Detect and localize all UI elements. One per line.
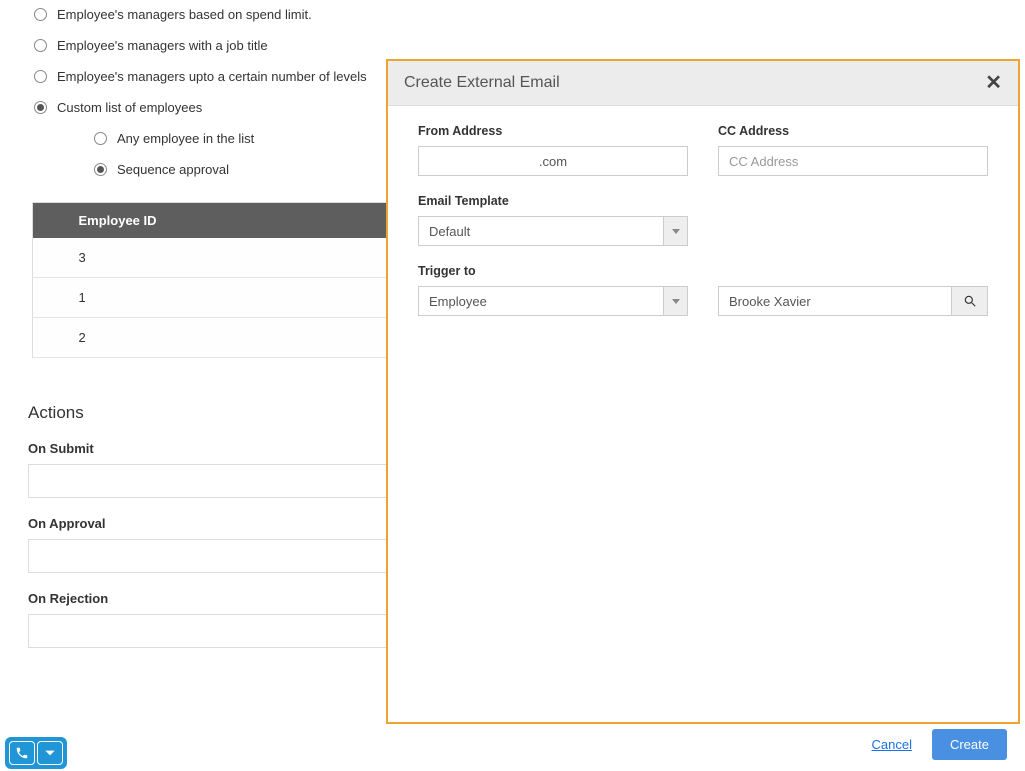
radio-icon	[34, 101, 47, 114]
phone-button[interactable]	[9, 741, 35, 765]
phone-icon	[15, 746, 29, 760]
search-button[interactable]	[952, 286, 988, 316]
cancel-link[interactable]: Cancel	[872, 737, 912, 752]
th-blank	[33, 203, 67, 239]
radio-icon	[94, 132, 107, 145]
radio-icon	[34, 39, 47, 52]
radio-spend-limit[interactable]: Employee's managers based on spend limit…	[34, 7, 1005, 22]
modal-footer: Cancel Create	[872, 729, 1008, 760]
trigger-to-label: Trigger to	[418, 264, 688, 278]
expand-button[interactable]	[37, 741, 63, 765]
email-template-label: Email Template	[418, 194, 688, 208]
chevron-down-icon	[43, 746, 57, 760]
modal-header: Create External Email ✕	[388, 61, 1018, 106]
radio-icon	[34, 70, 47, 83]
select-value: Employee	[418, 286, 664, 316]
close-icon[interactable]: ✕	[985, 73, 1002, 93]
cc-address-input[interactable]	[718, 146, 988, 176]
radio-label: Employee's managers upto a certain numbe…	[57, 69, 367, 84]
radio-icon	[34, 8, 47, 21]
chevron-down-icon	[664, 286, 688, 316]
recipient-search-group	[718, 286, 988, 316]
from-address-label: From Address	[418, 124, 688, 138]
radio-job-title[interactable]: Employee's managers with a job title	[34, 38, 1005, 53]
radio-label: Custom list of employees	[57, 100, 202, 115]
email-template-select[interactable]: Default	[418, 216, 688, 246]
chevron-down-icon	[664, 216, 688, 246]
recipient-input[interactable]	[718, 286, 952, 316]
from-address-input[interactable]	[418, 146, 688, 176]
search-icon	[963, 294, 977, 308]
radio-icon	[94, 163, 107, 176]
create-button[interactable]: Create	[932, 729, 1007, 760]
radio-label: Employee's managers based on spend limit…	[57, 7, 312, 22]
modal-title: Create External Email	[404, 74, 560, 92]
comm-widget	[5, 737, 67, 769]
select-value: Default	[418, 216, 664, 246]
cc-address-label: CC Address	[718, 124, 988, 138]
radio-label: Employee's managers with a job title	[57, 38, 268, 53]
create-external-email-modal: Create External Email ✕ From Address CC …	[386, 59, 1020, 724]
trigger-to-select[interactable]: Employee	[418, 286, 688, 316]
radio-label: Any employee in the list	[117, 131, 254, 146]
radio-label: Sequence approval	[117, 162, 229, 177]
